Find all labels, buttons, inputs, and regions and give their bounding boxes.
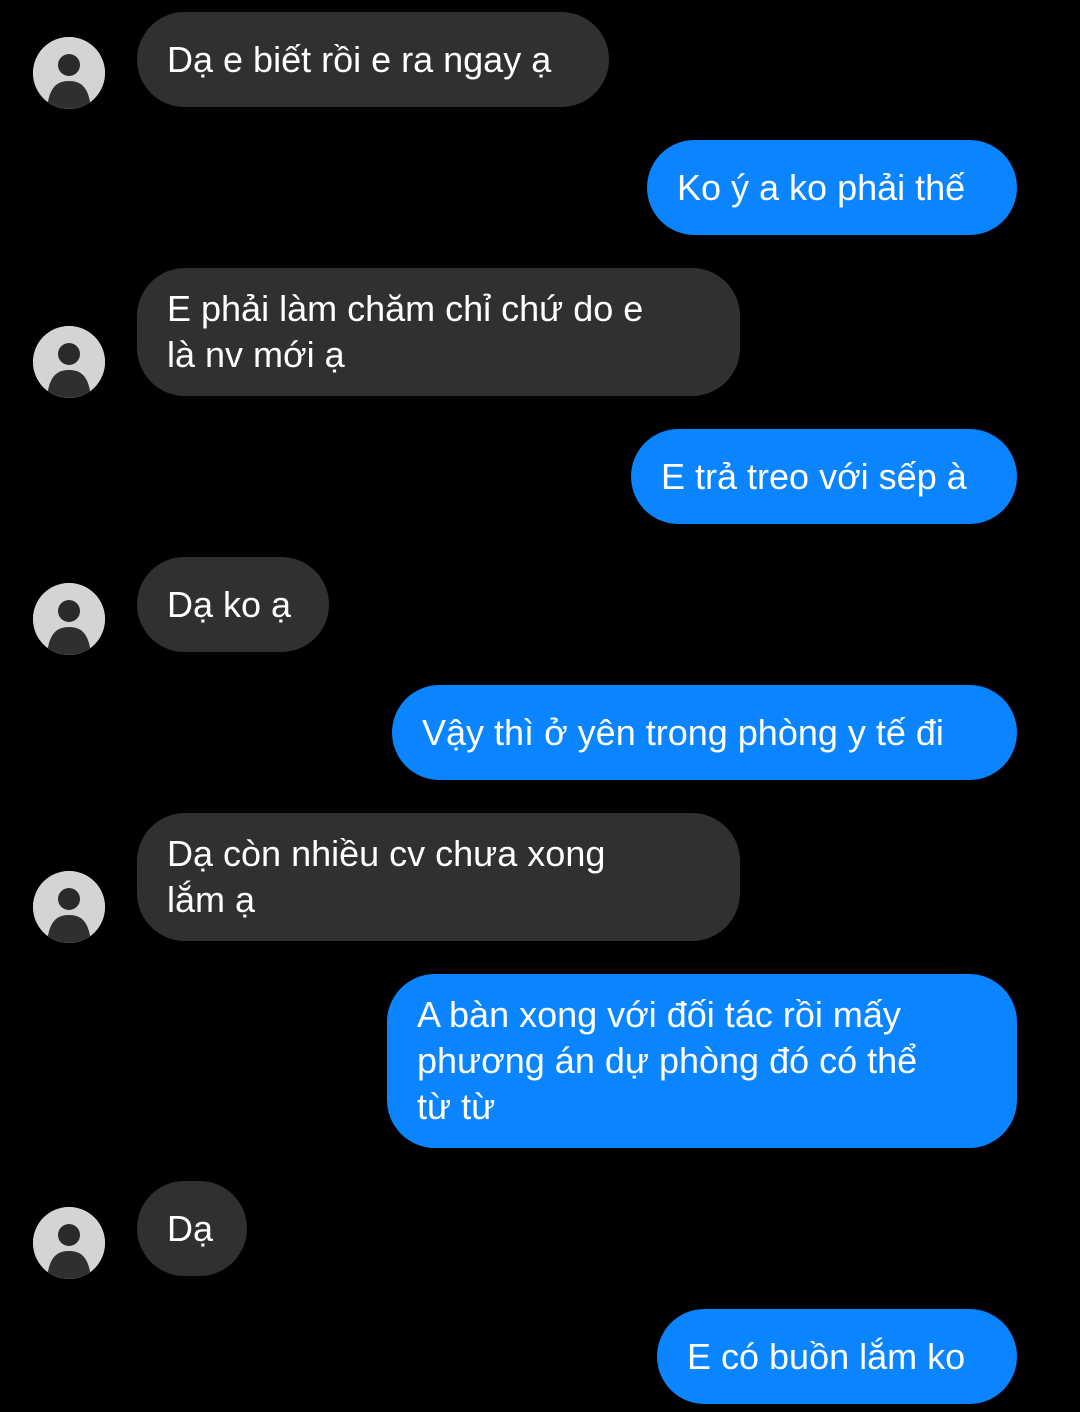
contact-avatar[interactable] — [33, 37, 105, 109]
message-bubble-outgoing[interactable]: E có buồn lắm ko — [657, 1309, 1017, 1404]
person-avatar-icon — [33, 326, 105, 398]
message-text: E trả treo với sếp à — [661, 455, 967, 497]
message-bubble-incoming[interactable]: Dạ ko ạ — [137, 557, 329, 652]
message-bubble-incoming[interactable]: Dạ — [137, 1181, 247, 1276]
message-bubble-outgoing[interactable]: Ko ý a ko phải thế — [647, 140, 1017, 235]
person-avatar-icon — [33, 871, 105, 943]
message-text: A bàn xong với đối tác rồi mấy phương án… — [417, 994, 918, 1127]
message-bubble-outgoing[interactable]: A bàn xong với đối tác rồi mấy phương án… — [387, 974, 1017, 1148]
person-avatar-icon — [33, 583, 105, 655]
message-text: Dạ còn nhiều cv chưa xong lắm ạ — [167, 833, 606, 920]
message-text: Ko ý a ko phải thế — [677, 166, 966, 208]
contact-avatar[interactable] — [33, 871, 105, 943]
message-bubble-outgoing[interactable]: E trả treo với sếp à — [631, 429, 1017, 524]
message-text: E có buồn lắm ko — [687, 1335, 966, 1377]
message-bubble-incoming[interactable]: E phải làm chăm chỉ chứ do e là nv mới ạ — [137, 268, 740, 396]
message-text: E phải làm chăm chỉ chứ do e là nv mới ạ — [167, 288, 644, 375]
contact-avatar[interactable] — [33, 326, 105, 398]
person-avatar-icon — [33, 1207, 105, 1279]
message-bubble-incoming[interactable]: Dạ e biết rồi e ra ngay ạ — [137, 12, 609, 107]
person-avatar-icon — [33, 37, 105, 109]
message-bubble-incoming[interactable]: Dạ còn nhiều cv chưa xong lắm ạ — [137, 813, 740, 941]
message-text: Vậy thì ở yên trong phòng y tế đi — [422, 711, 944, 753]
message-text: Dạ — [167, 1207, 214, 1249]
contact-avatar[interactable] — [33, 1207, 105, 1279]
message-text: Dạ ko ạ — [167, 583, 292, 625]
message-text: Dạ e biết rồi e ra ngay ạ — [167, 38, 552, 80]
contact-avatar[interactable] — [33, 583, 105, 655]
message-bubble-outgoing[interactable]: Vậy thì ở yên trong phòng y tế đi — [392, 685, 1017, 780]
